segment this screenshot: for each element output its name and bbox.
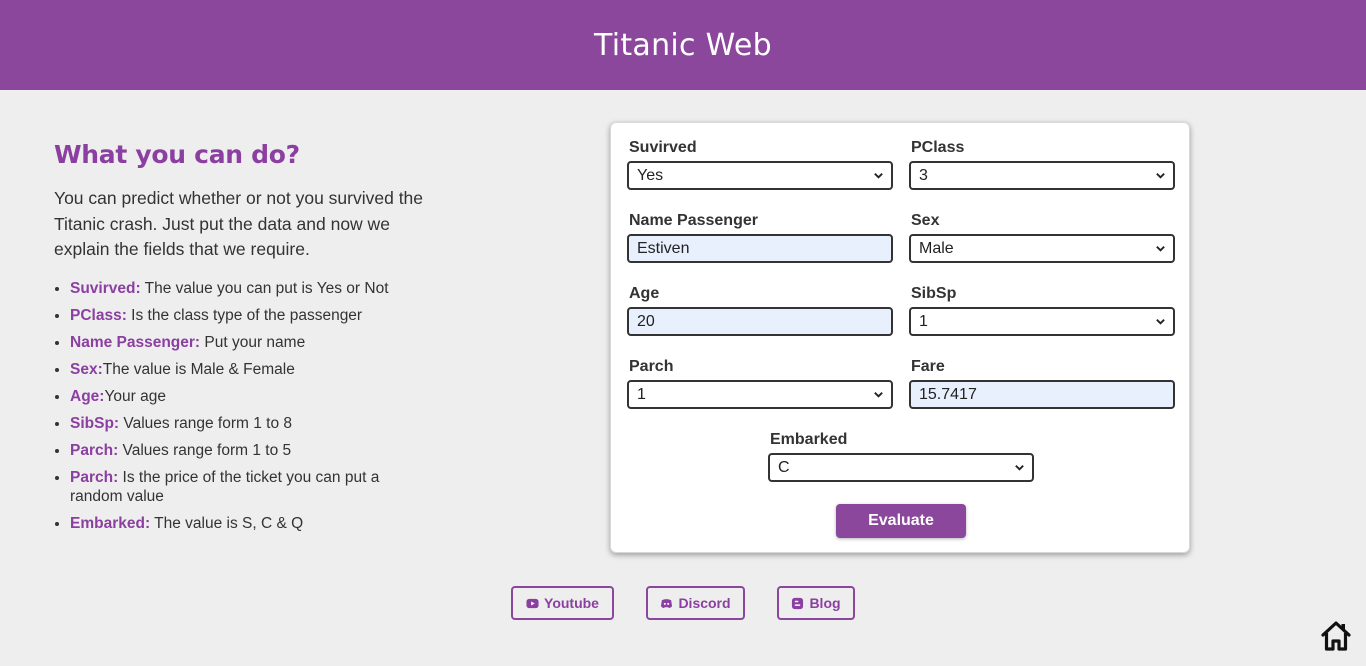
item-desc: Your age [104, 387, 166, 405]
item-term: Name Passenger: [70, 333, 201, 351]
pclass-field: PClass 3 [909, 139, 1175, 190]
embarked-value: C [778, 458, 790, 476]
age-input[interactable]: 20 [627, 307, 893, 336]
survived-label: Suvirved [629, 139, 697, 156]
sex-field: Sex Male [909, 212, 1175, 263]
name-value: Estiven [637, 239, 690, 257]
sex-label: Sex [911, 212, 940, 229]
list-item: Sex:The value is Male & Female [70, 360, 434, 379]
item-desc: Values range form 1 to 5 [118, 441, 292, 459]
field-description-list: Suvirved: The value you can put is Yes o… [54, 279, 434, 533]
sibsp-label: SibSp [911, 285, 957, 302]
sibsp-field: SibSp 1 [909, 285, 1175, 336]
list-item: Parch: Is the price of the ticket you ca… [70, 468, 434, 506]
item-desc: Put your name [200, 333, 306, 351]
list-item: Parch: Values range form 1 to 5 [70, 441, 434, 460]
youtube-label: Youtube [544, 595, 599, 611]
info-section: What you can do? You can predict whether… [54, 140, 434, 541]
pclass-value: 3 [919, 166, 928, 184]
fare-field: Fare 15.7417 [909, 358, 1175, 409]
info-paragraph: You can predict whether or not you survi… [54, 188, 424, 259]
app-title: Titanic Web [594, 27, 772, 63]
fare-label: Fare [911, 358, 945, 375]
item-term: Suvirved: [70, 279, 141, 297]
item-term: Age: [70, 387, 105, 405]
parch-value: 1 [637, 385, 646, 403]
list-item: Name Passenger: Put your name [70, 333, 434, 352]
chevron-down-icon [1156, 319, 1165, 325]
item-term: Parch: [70, 468, 119, 486]
name-field: Name Passenger Estiven [627, 212, 893, 263]
home-icon[interactable] [1321, 620, 1351, 652]
chevron-down-icon [1156, 246, 1165, 252]
sex-value: Male [919, 239, 954, 257]
blogger-icon [792, 597, 804, 609]
fare-input[interactable]: 15.7417 [909, 380, 1175, 409]
pclass-label: PClass [911, 139, 965, 156]
survived-select[interactable]: Yes [627, 161, 893, 190]
list-item: Age:Your age [70, 387, 434, 406]
list-item: SibSp: Values range form 1 to 8 [70, 414, 434, 433]
item-desc: Values range form 1 to 8 [119, 414, 292, 432]
list-item: Suvirved: The value you can put is Yes o… [70, 279, 434, 298]
item-desc: Is the class type of the passenger [126, 306, 363, 324]
item-term: Embarked: [70, 514, 151, 532]
pclass-select[interactable]: 3 [909, 161, 1175, 190]
name-input[interactable]: Estiven [627, 234, 893, 263]
chevron-down-icon [1015, 465, 1024, 471]
age-value: 20 [637, 312, 655, 330]
youtube-icon [526, 598, 539, 608]
name-label: Name Passenger [629, 212, 758, 229]
fare-value: 15.7417 [919, 385, 977, 403]
parch-label: Parch [629, 358, 674, 375]
survived-field: Suvirved Yes [627, 139, 893, 190]
item-desc: The value is Male & Female [102, 360, 295, 378]
item-term: Sex: [70, 360, 103, 378]
parch-field: Parch 1 [627, 358, 893, 409]
item-term: SibSp: [70, 414, 120, 432]
embarked-label: Embarked [770, 431, 848, 448]
item-term: PClass: [70, 306, 127, 324]
info-heading: What you can do? [54, 140, 300, 169]
discord-button[interactable]: Discord [646, 586, 745, 620]
social-links: Youtube Discord Blog [0, 586, 1366, 620]
evaluate-button[interactable]: Evaluate [836, 504, 966, 538]
chevron-down-icon [874, 173, 883, 179]
discord-label: Discord [678, 595, 731, 611]
age-label: Age [629, 285, 660, 302]
survived-value: Yes [637, 166, 664, 184]
embarked-field: Embarked C [768, 431, 1034, 482]
item-desc: The value you can put is Yes or Not [140, 279, 389, 297]
sibsp-value: 1 [919, 312, 928, 330]
list-item: Embarked: The value is S, C & Q [70, 514, 434, 533]
list-item: PClass: Is the class type of the passeng… [70, 306, 434, 325]
sibsp-select[interactable]: 1 [909, 307, 1175, 336]
header-bar: Titanic Web [0, 0, 1366, 90]
blog-button[interactable]: Blog [777, 586, 855, 620]
item-term: Parch: [70, 441, 119, 459]
parch-select[interactable]: 1 [627, 380, 893, 409]
youtube-button[interactable]: Youtube [511, 586, 614, 620]
age-field: Age 20 [627, 285, 893, 336]
blog-label: Blog [809, 595, 841, 611]
prediction-form-card: Suvirved Yes PClass 3 Name Passenger Est… [610, 122, 1190, 553]
embarked-select[interactable]: C [768, 453, 1034, 482]
discord-icon [661, 598, 673, 608]
sex-select[interactable]: Male [909, 234, 1175, 263]
item-desc: The value is S, C & Q [150, 514, 304, 532]
chevron-down-icon [874, 392, 883, 398]
chevron-down-icon [1156, 173, 1165, 179]
